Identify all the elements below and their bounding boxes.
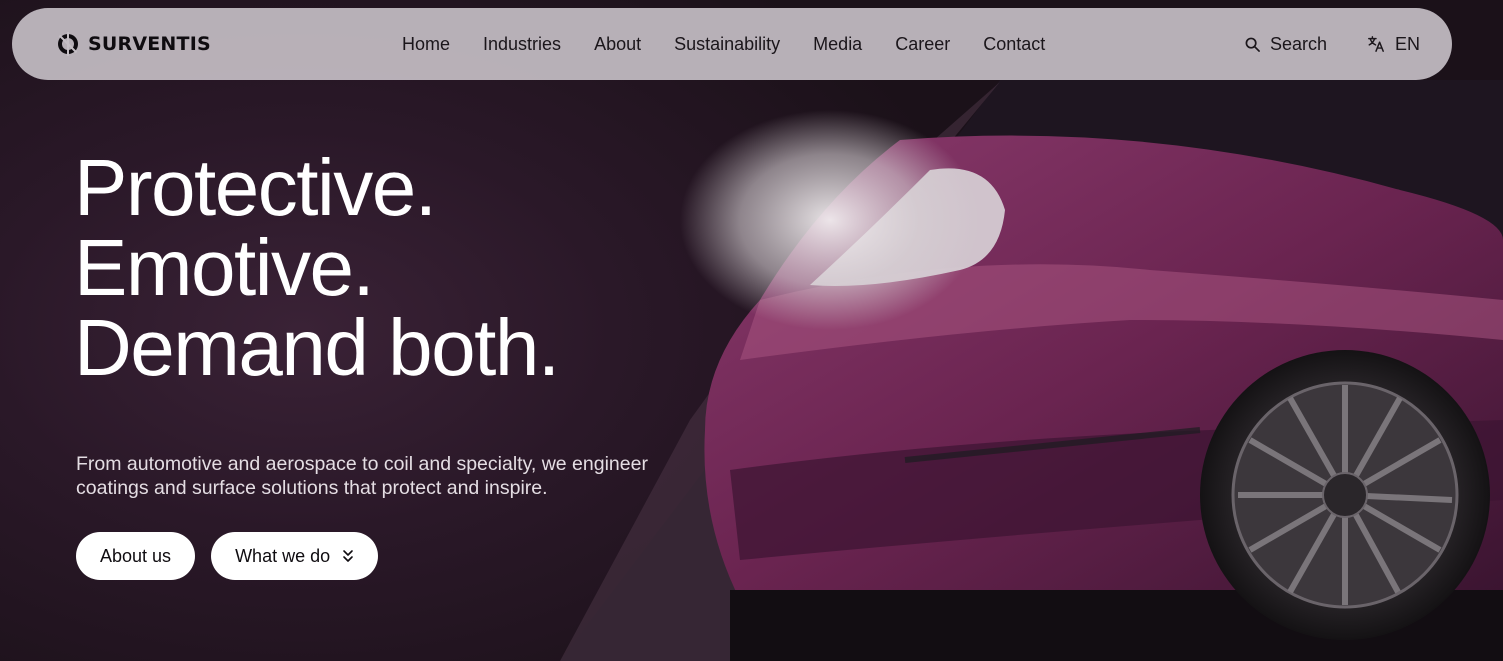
top-navbar: SURVENTIS Home Industries About Sustaina… [12,8,1452,80]
nav-item-contact[interactable]: Contact [983,30,1045,58]
what-we-do-label: What we do [235,545,331,566]
nav-item-about[interactable]: About [594,30,641,58]
search-label: Search [1269,34,1327,54]
headline-line-1: Protective. [74,143,437,232]
nav-item-media[interactable]: Media [813,30,862,58]
nav-item-career[interactable]: Career [895,30,950,58]
hero-headline: Protective. Emotive. Demand both. [74,143,560,392]
search-icon [1245,37,1260,52]
headline-line-2: Emotive. [74,223,375,312]
ring-logo-icon [58,32,78,56]
brand-logo[interactable]: SURVENTIS [56,31,211,57]
translate-icon [1368,36,1384,52]
about-us-button[interactable]: About us [76,532,196,580]
brand-name: SURVENTIS [88,33,211,55]
about-us-label: About us [100,545,172,566]
language-label: EN [1394,34,1420,54]
nav-actions: Search EN [1245,30,1420,58]
search-button[interactable]: Search [1245,30,1327,58]
language-selector[interactable]: EN [1367,30,1420,58]
what-we-do-button[interactable]: What we do [211,532,379,580]
nav-item-home[interactable]: Home [402,30,450,58]
hero-cta-row: About us What we do [76,532,379,580]
hero-subcopy: From automotive and aerospace to coil an… [76,453,648,499]
headline-line-3: Demand both. [74,303,560,392]
nav-item-sustainability[interactable]: Sustainability [674,30,780,58]
nav-item-industries[interactable]: Industries [483,30,561,58]
chevrons-down-icon [343,550,353,562]
main-nav: Home Industries About Sustainability Med… [402,30,1045,58]
